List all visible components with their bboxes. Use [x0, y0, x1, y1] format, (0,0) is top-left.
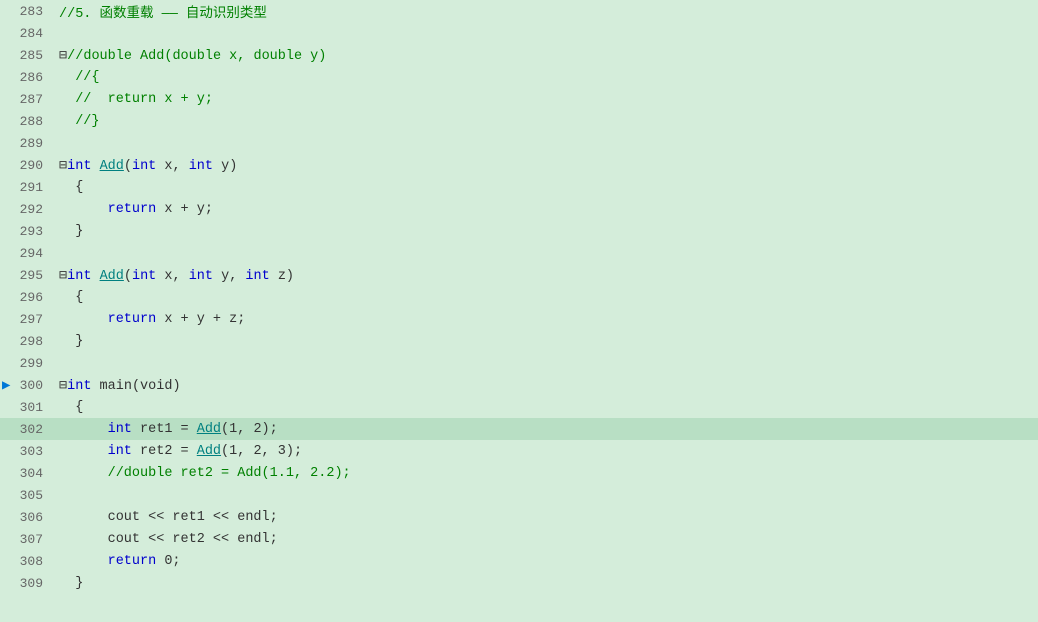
line-content: cout << ret2 << endl;: [55, 532, 1038, 547]
line-content: return x + y + z;: [55, 312, 1038, 327]
code-line: 297 return x + y + z;: [0, 308, 1038, 330]
code-line: 309 }: [0, 572, 1038, 594]
line-number: 285: [0, 48, 55, 63]
line-number: 295: [0, 268, 55, 283]
code-line: 291 {: [0, 176, 1038, 198]
line-number: 309: [0, 576, 55, 591]
line-content: {: [55, 180, 1038, 195]
line-content: //double ret2 = Add(1.1, 2.2);: [55, 466, 1038, 481]
line-content: }: [55, 576, 1038, 591]
line-number: 303: [0, 444, 55, 459]
code-line: 302 int ret1 = Add(1, 2);: [0, 418, 1038, 440]
line-content: }: [55, 224, 1038, 239]
line-number: 308: [0, 554, 55, 569]
line-number: 292: [0, 202, 55, 217]
line-number: 305: [0, 488, 55, 503]
code-line: 308 return 0;: [0, 550, 1038, 572]
line-number: 296: [0, 290, 55, 305]
line-content: {: [55, 290, 1038, 305]
line-content: ⊟//double Add(double x, double y): [55, 47, 1038, 64]
line-content: return 0;: [55, 554, 1038, 569]
code-line: 305: [0, 484, 1038, 506]
execution-arrow-icon: ▶: [2, 377, 10, 394]
line-content: ⊟int Add(int x, int y): [55, 157, 1038, 174]
line-content: cout << ret1 << endl;: [55, 510, 1038, 525]
line-number: 290: [0, 158, 55, 173]
line-content: {: [55, 400, 1038, 415]
code-line: 307 cout << ret2 << endl;: [0, 528, 1038, 550]
code-line: 293 }: [0, 220, 1038, 242]
code-line: 295⊟int Add(int x, int y, int z): [0, 264, 1038, 286]
line-content: //{: [55, 70, 1038, 85]
code-line: ▶300⊟int main(void): [0, 374, 1038, 396]
line-content: //}: [55, 114, 1038, 129]
line-content: //5. 函数重载 —— 自动识别类型: [55, 1, 1038, 22]
line-number: 294: [0, 246, 55, 261]
line-number: 306: [0, 510, 55, 525]
code-line: 288 //}: [0, 110, 1038, 132]
line-number: 288: [0, 114, 55, 129]
line-content: // return x + y;: [55, 92, 1038, 107]
code-line: 289: [0, 132, 1038, 154]
code-editor: 283//5. 函数重载 —— 自动识别类型284 285⊟//double A…: [0, 0, 1038, 622]
line-number: 297: [0, 312, 55, 327]
code-line: 303 int ret2 = Add(1, 2, 3);: [0, 440, 1038, 462]
line-content: [55, 488, 1038, 503]
line-number: 307: [0, 532, 55, 547]
line-number: 287: [0, 92, 55, 107]
line-number: 301: [0, 400, 55, 415]
line-content: [55, 246, 1038, 261]
line-number: 302: [0, 422, 55, 437]
line-number: 293: [0, 224, 55, 239]
code-line: 301 {: [0, 396, 1038, 418]
line-content: [55, 26, 1038, 41]
line-content: ⊟int Add(int x, int y, int z): [55, 267, 1038, 284]
line-content: [55, 356, 1038, 371]
code-line: 290⊟int Add(int x, int y): [0, 154, 1038, 176]
line-content: [55, 136, 1038, 151]
line-number: 291: [0, 180, 55, 195]
code-line: 298 }: [0, 330, 1038, 352]
code-line: 284: [0, 22, 1038, 44]
code-line: 296 {: [0, 286, 1038, 308]
line-content: int ret1 = Add(1, 2);: [55, 422, 1038, 437]
line-number: 304: [0, 466, 55, 481]
code-line: 286 //{: [0, 66, 1038, 88]
line-content: return x + y;: [55, 202, 1038, 217]
line-content: }: [55, 334, 1038, 349]
code-line: 294: [0, 242, 1038, 264]
line-number: 283: [0, 4, 55, 19]
line-content: int ret2 = Add(1, 2, 3);: [55, 444, 1038, 459]
code-line: 292 return x + y;: [0, 198, 1038, 220]
line-number: 286: [0, 70, 55, 85]
code-line: 287 // return x + y;: [0, 88, 1038, 110]
code-line: 285⊟//double Add(double x, double y): [0, 44, 1038, 66]
line-number: 299: [0, 356, 55, 371]
code-line: 306 cout << ret1 << endl;: [0, 506, 1038, 528]
code-line: 304 //double ret2 = Add(1.1, 2.2);: [0, 462, 1038, 484]
line-content: ⊟int main(void): [55, 377, 1038, 394]
code-line: 299: [0, 352, 1038, 374]
line-number: 289: [0, 136, 55, 151]
line-number: 298: [0, 334, 55, 349]
code-line: 283//5. 函数重载 —— 自动识别类型: [0, 0, 1038, 22]
line-number: 284: [0, 26, 55, 41]
